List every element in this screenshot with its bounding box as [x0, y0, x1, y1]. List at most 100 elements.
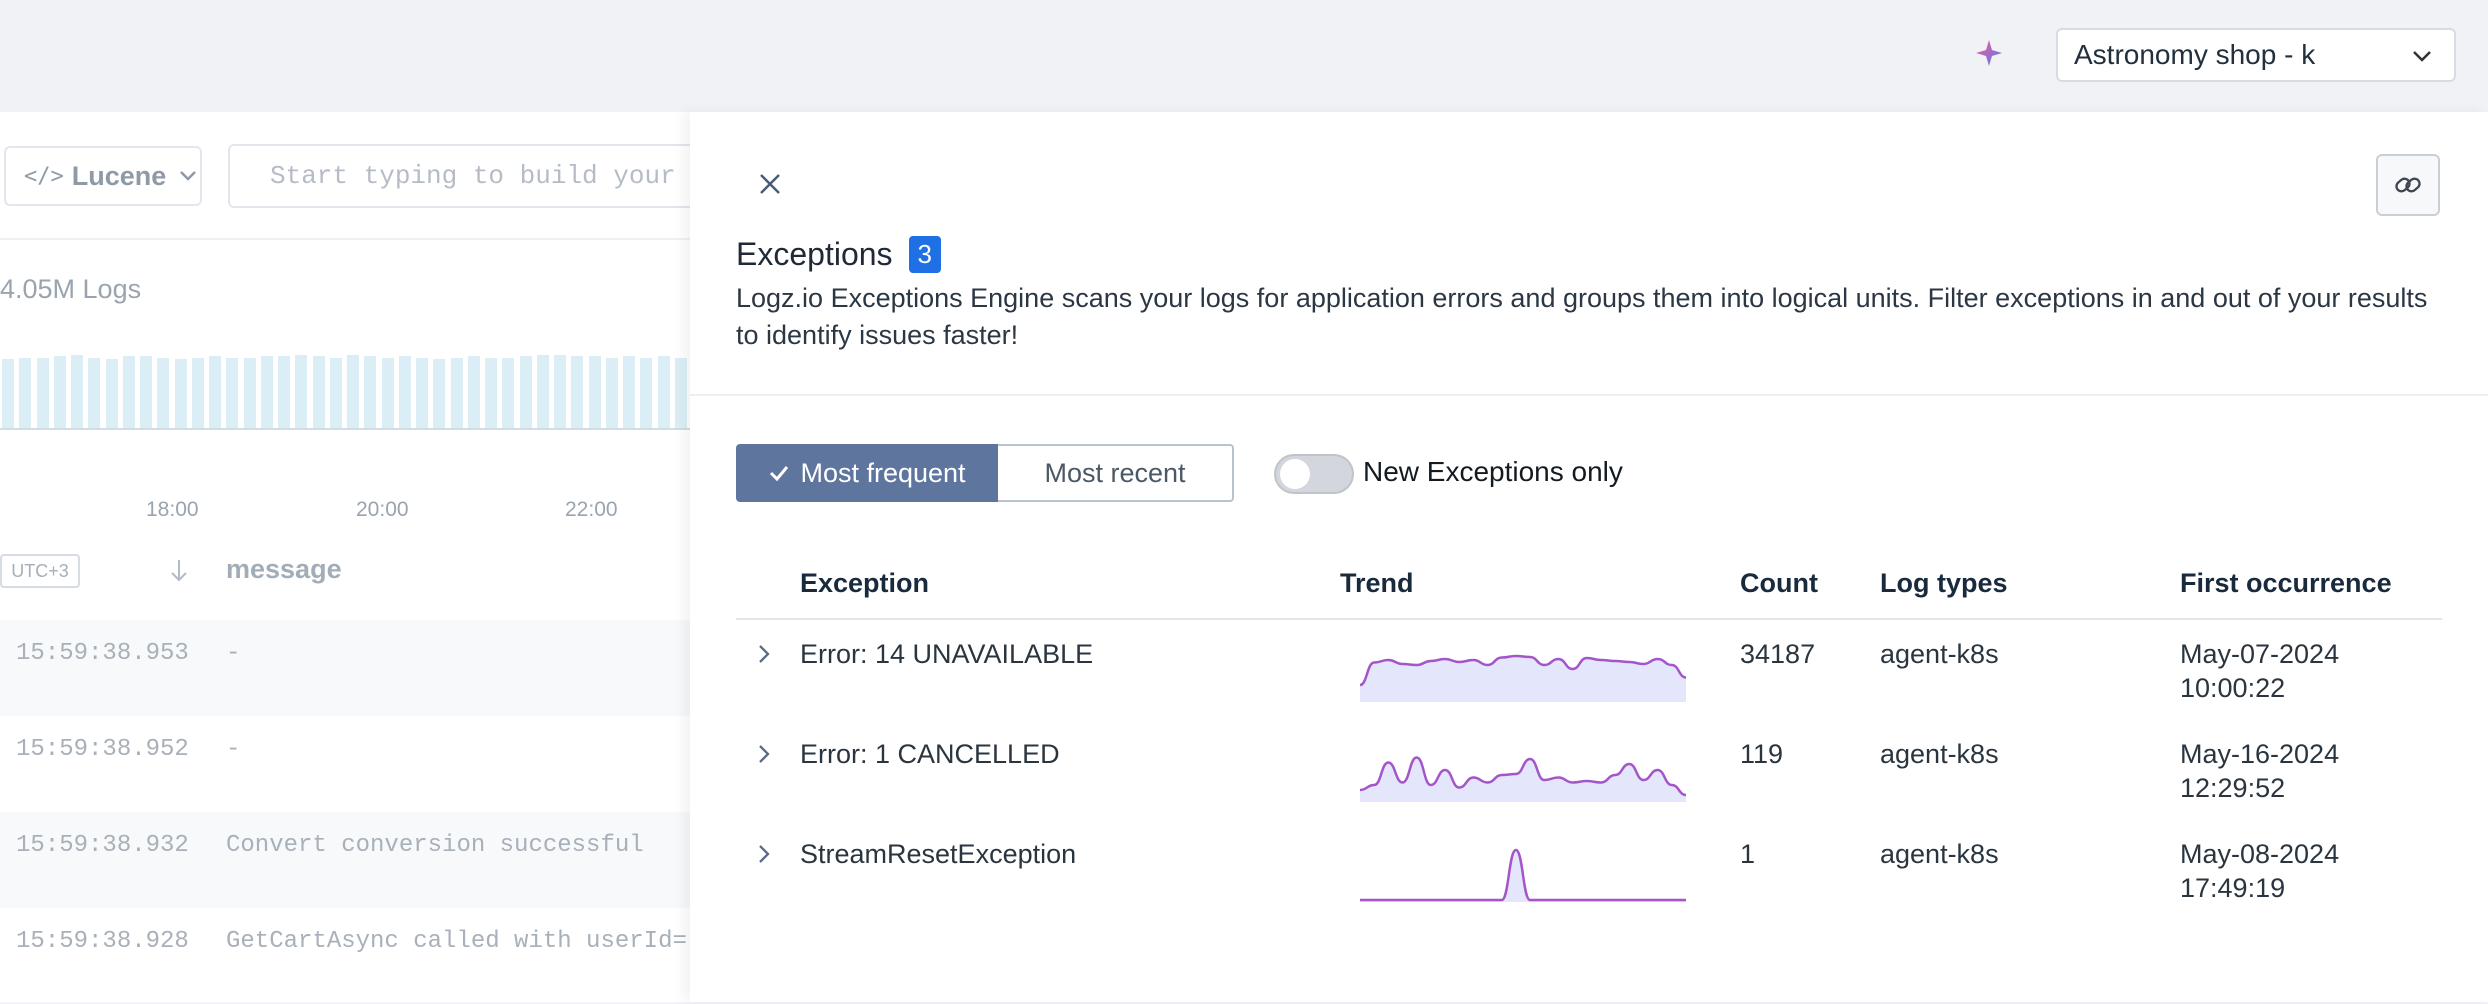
log-timestamp: 15:59:38.932: [16, 832, 189, 859]
histogram-bar: [398, 356, 411, 428]
histogram-bar: [536, 354, 549, 428]
new-exceptions-toggle[interactable]: [1274, 454, 1354, 494]
histogram-bar: [191, 357, 204, 428]
log-timestamp: 15:59:38.928: [16, 928, 189, 955]
exception-count: 119: [1740, 739, 1784, 769]
log-timestamp: 15:59:38.953: [16, 640, 189, 667]
first-occurrence-date: May-07-2024: [2180, 639, 2340, 669]
histogram-bar: [243, 357, 256, 428]
trend-sparkline: [1360, 654, 1686, 702]
top-bar: Astronomy shop - k: [0, 0, 2488, 112]
log-row[interactable]: 15:59:38.928 GetCartAsync called with us…: [0, 908, 690, 1004]
log-message: -: [226, 736, 241, 763]
histogram-bar: [364, 356, 377, 428]
exception-name[interactable]: Error: 14 UNAVAILABLE: [800, 638, 1093, 671]
column-header-exception: Exception: [800, 568, 930, 598]
histogram-bar: [105, 359, 118, 428]
column-header-log-types: Log types: [1880, 568, 2008, 598]
histogram-bar: [588, 356, 601, 428]
exception-log-type: agent-k8s: [1880, 839, 1999, 869]
query-language-button[interactable]: </> Lucene: [4, 146, 202, 206]
histogram-bar: [519, 356, 532, 428]
expand-chevron-icon[interactable]: [754, 842, 774, 866]
time-tick: 18:00: [146, 498, 199, 521]
most-recent-button[interactable]: Most recent: [998, 444, 1234, 502]
drawer-description: Logz.io Exceptions Engine scans your log…: [736, 283, 2428, 350]
log-explorer: </> Lucene Start typing to build your qu…: [0, 112, 698, 1004]
query-language-label: Lucene: [71, 160, 167, 191]
exceptions-count-badge: 3: [908, 236, 941, 273]
chevron-down-icon: [180, 171, 197, 181]
message-column-header[interactable]: message: [226, 554, 342, 585]
first-occurrence-time: 17:49:19: [2180, 873, 2286, 903]
histogram-bar: [605, 357, 618, 428]
expand-chevron-icon[interactable]: [754, 642, 774, 666]
histogram-bar: [71, 354, 83, 428]
histogram-bar: [623, 356, 635, 428]
divider: [690, 394, 2488, 396]
log-row[interactable]: 15:59:38.953 -: [0, 620, 690, 716]
query-input[interactable]: Start typing to build your query: [228, 144, 698, 208]
log-message: Convert conversion successful: [226, 832, 644, 859]
column-header-trend: Trend: [1340, 568, 1414, 598]
account-select[interactable]: Astronomy shop - k: [2056, 28, 2456, 82]
most-recent-label: Most recent: [1044, 457, 1186, 488]
first-occurrence-date: May-16-2024: [2180, 739, 2340, 769]
logs-histogram[interactable]: [0, 350, 690, 430]
drawer-title-text: Exceptions: [736, 236, 893, 272]
histogram-bar: [485, 357, 497, 428]
copy-link-button[interactable]: [2376, 154, 2440, 216]
column-header-count: Count: [1740, 568, 1818, 598]
first-occurrence-time: 10:00:22: [2180, 673, 2286, 703]
ai-sparkle-icon[interactable]: [1974, 38, 2004, 68]
histogram-bar: [36, 357, 49, 428]
histogram-bar: [260, 356, 273, 428]
histogram-bar: [571, 356, 584, 428]
histogram-bar: [467, 356, 480, 428]
divider: [0, 238, 690, 240]
drawer-title: Exceptions 3: [736, 236, 941, 273]
time-tick: 20:00: [356, 498, 409, 521]
log-row[interactable]: 15:59:38.932 Convert conversion successf…: [0, 812, 690, 908]
histogram-bar: [19, 357, 32, 428]
histogram-bar: [657, 356, 670, 428]
link-icon: [2395, 177, 2421, 193]
most-frequent-button[interactable]: Most frequent: [736, 444, 998, 502]
histogram-bar: [433, 359, 446, 428]
expand-chevron-icon[interactable]: [754, 742, 774, 766]
first-occurrence-date: May-08-2024: [2180, 839, 2340, 869]
histogram-bar: [157, 357, 170, 428]
log-row[interactable]: 15:59:38.952 -: [0, 716, 690, 812]
histogram-bar: [502, 357, 515, 428]
histogram-bar: [312, 356, 325, 428]
histogram-bar: [122, 356, 135, 428]
histogram-bar: [381, 357, 394, 428]
histogram-bar: [416, 357, 428, 428]
histogram-bar: [2, 359, 14, 428]
close-button[interactable]: [752, 166, 788, 202]
column-header-first-occurrence: First occurrence: [2180, 568, 2392, 598]
histogram-bar: [674, 357, 687, 428]
exception-name[interactable]: StreamResetException: [800, 838, 1076, 871]
code-icon: </>: [24, 163, 64, 189]
query-placeholder: Start typing to build your query: [270, 161, 696, 191]
first-occurrence-time: 12:29:52: [2180, 773, 2286, 803]
account-name: Astronomy shop - k: [2074, 39, 2316, 70]
histogram-baseline: [0, 428, 690, 430]
histogram-bar: [295, 354, 308, 428]
timezone-badge[interactable]: UTC+3: [0, 554, 80, 588]
trend-sparkline: [1360, 848, 1686, 902]
exceptions-drawer: Exceptions 3 Logz.io Exceptions Engine s…: [690, 112, 2488, 1002]
histogram-bar: [278, 356, 290, 428]
trend-sparkline: [1360, 756, 1686, 802]
histogram-bar: [640, 357, 653, 428]
histogram-bar: [347, 354, 359, 428]
histogram-bar: [226, 357, 239, 428]
histogram-bar: [329, 357, 342, 428]
exception-name[interactable]: Error: 1 CANCELLED: [800, 738, 1060, 771]
new-exceptions-label: New Exceptions only: [1363, 456, 1623, 487]
exception-count: 1: [1740, 839, 1756, 869]
sort-arrow-down-icon[interactable]: [168, 558, 190, 584]
histogram-bar: [450, 357, 463, 428]
check-icon: [770, 466, 789, 482]
